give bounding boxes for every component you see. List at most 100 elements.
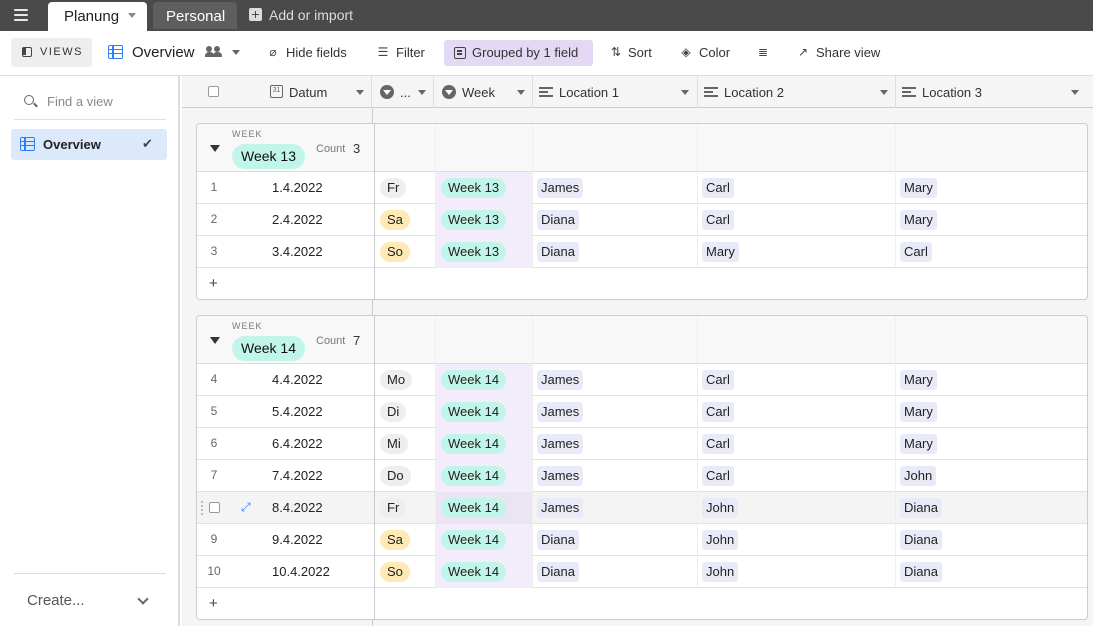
table-row[interactable]: ⤢ 8.4.2022 Fr Week 14 James John Diana — [197, 492, 1087, 524]
location-2-chip[interactable]: John — [702, 562, 739, 582]
column-menu-chevron-icon[interactable] — [517, 90, 525, 95]
date-cell[interactable]: 10.4.2022 — [272, 564, 330, 579]
tab-planung[interactable]: Planung — [48, 2, 147, 31]
table-row[interactable]: 7 7.4.2022 Do Week 14 James Carl John — [197, 460, 1087, 492]
collapse-group-icon[interactable] — [210, 145, 220, 152]
date-cell[interactable]: 1.4.2022 — [272, 180, 323, 195]
location-2-chip[interactable]: Carl — [702, 434, 734, 454]
table-row[interactable]: 5 5.4.2022 Di Week 14 James Carl Mary — [197, 396, 1087, 428]
location-1-chip[interactable]: Diana — [537, 210, 579, 230]
group-button[interactable]: Grouped by 1 field — [444, 40, 593, 66]
day-pill[interactable]: Mi — [380, 434, 408, 454]
table-row[interactable]: 6 6.4.2022 Mi Week 14 James Carl Mary — [197, 428, 1087, 460]
table-row[interactable]: 10 10.4.2022 So Week 14 Diana John Diana — [197, 556, 1087, 588]
week-pill[interactable]: Week 13 — [441, 242, 507, 262]
location-2-chip[interactable]: John — [702, 530, 739, 550]
week-pill[interactable]: Week 14 — [441, 530, 507, 550]
column-header-day[interactable]: ... — [373, 76, 434, 108]
hamburger-menu-icon[interactable] — [14, 9, 28, 21]
tab-personal[interactable]: Personal — [153, 2, 237, 29]
select-all-checkbox[interactable] — [208, 86, 219, 97]
location-1-chip[interactable]: James — [537, 466, 584, 486]
expand-record-icon[interactable]: ⤢ — [241, 501, 253, 513]
week-pill[interactable]: Week 13 — [441, 210, 507, 230]
column-menu-chevron-icon[interactable] — [418, 90, 426, 95]
day-pill[interactable]: So — [380, 242, 410, 262]
table-row[interactable]: 9 9.4.2022 Sa Week 14 Diana John Diana — [197, 524, 1087, 556]
location-1-chip[interactable]: Diana — [537, 242, 579, 262]
date-cell[interactable]: 4.4.2022 — [272, 372, 323, 387]
tab-dropdown-icon[interactable] — [128, 13, 136, 18]
view-name[interactable]: Overview — [132, 44, 195, 64]
column-menu-chevron-icon[interactable] — [880, 90, 888, 95]
week-pill[interactable]: Week 14 — [441, 562, 507, 582]
location-1-chip[interactable]: James — [537, 434, 584, 454]
location-1-chip[interactable]: James — [537, 178, 584, 198]
row-height-icon[interactable]: ≣ — [756, 46, 770, 59]
location-2-chip[interactable]: Carl — [702, 178, 734, 198]
column-header-location-3[interactable]: Location 3 — [896, 76, 1093, 108]
location-3-chip[interactable]: Diana — [900, 498, 942, 518]
week-pill[interactable]: Week 13 — [441, 178, 507, 198]
location-1-chip[interactable]: James — [537, 370, 584, 390]
create-view-button[interactable]: Create... — [27, 592, 85, 609]
location-3-chip[interactable]: Mary — [900, 178, 937, 198]
location-3-chip[interactable]: Carl — [900, 242, 932, 262]
location-1-chip[interactable]: James — [537, 498, 584, 518]
day-pill[interactable]: Fr — [380, 178, 407, 198]
day-pill[interactable]: Mo — [380, 370, 413, 390]
hide-fields-button[interactable]: Hide fields — [286, 45, 347, 63]
view-menu-chevron-icon[interactable] — [232, 50, 240, 55]
location-3-chip[interactable]: John — [900, 466, 937, 486]
location-1-chip[interactable]: Diana — [537, 530, 579, 550]
location-3-chip[interactable]: Mary — [900, 210, 937, 230]
day-pill[interactable]: Di — [380, 402, 407, 422]
location-2-chip[interactable]: Mary — [702, 242, 739, 262]
day-pill[interactable]: Sa — [380, 210, 410, 230]
location-3-chip[interactable]: Mary — [900, 370, 937, 390]
add-record-row[interactable]: + — [197, 268, 1087, 299]
location-2-chip[interactable]: Carl — [702, 466, 734, 486]
location-2-chip[interactable]: Carl — [702, 370, 734, 390]
filter-button[interactable]: Filter — [396, 45, 425, 63]
location-3-chip[interactable]: Diana — [900, 530, 942, 550]
day-pill[interactable]: So — [380, 562, 410, 582]
color-button[interactable]: Color — [699, 45, 730, 63]
day-pill[interactable]: Do — [380, 466, 411, 486]
row-checkbox[interactable] — [209, 502, 220, 513]
share-view-button[interactable]: Share view — [816, 45, 880, 63]
date-cell[interactable]: 8.4.2022 — [272, 500, 323, 515]
location-2-chip[interactable]: Carl — [702, 210, 734, 230]
week-pill[interactable]: Week 14 — [441, 370, 507, 390]
date-cell[interactable]: 7.4.2022 — [272, 468, 323, 483]
location-3-chip[interactable]: Diana — [900, 562, 942, 582]
table-row[interactable]: 1 1.4.2022 Fr Week 13 James Carl Mary — [197, 172, 1087, 204]
column-header-datum[interactable]: Datum — [289, 85, 327, 100]
drag-handle-icon[interactable] — [200, 500, 204, 516]
add-record-row[interactable]: + — [197, 588, 1087, 619]
sort-button[interactable]: Sort — [628, 45, 652, 63]
location-2-chip[interactable]: John — [702, 498, 739, 518]
week-pill[interactable]: Week 14 — [441, 466, 507, 486]
column-menu-chevron-icon[interactable] — [1071, 90, 1079, 95]
location-3-chip[interactable]: Mary — [900, 402, 937, 422]
date-cell[interactable]: 5.4.2022 — [272, 404, 323, 419]
column-header-location-1[interactable]: Location 1 — [533, 76, 698, 108]
column-menu-chevron-icon[interactable] — [681, 90, 689, 95]
day-pill[interactable]: Fr — [380, 498, 407, 518]
week-pill[interactable]: Week 14 — [441, 498, 507, 518]
location-1-chip[interactable]: James — [537, 402, 584, 422]
date-cell[interactable]: 3.4.2022 — [272, 244, 323, 259]
location-3-chip[interactable]: Mary — [900, 434, 937, 454]
column-menu-chevron-icon[interactable] — [356, 90, 364, 95]
table-row[interactable]: 4 4.4.2022 Mo Week 14 James Carl Mary — [197, 364, 1087, 396]
location-1-chip[interactable]: Diana — [537, 562, 579, 582]
add-or-import-button[interactable]: Add or import — [249, 7, 353, 25]
week-pill[interactable]: Week 14 — [441, 434, 507, 454]
column-header-week[interactable]: Week — [435, 76, 533, 108]
date-cell[interactable]: 6.4.2022 — [272, 436, 323, 451]
day-pill[interactable]: Sa — [380, 530, 410, 550]
week-pill[interactable]: Week 14 — [441, 402, 507, 422]
sidebar-item-overview[interactable]: Overview ✔ — [11, 129, 167, 160]
table-row[interactable]: 3 3.4.2022 So Week 13 Diana Mary Carl — [197, 236, 1087, 268]
